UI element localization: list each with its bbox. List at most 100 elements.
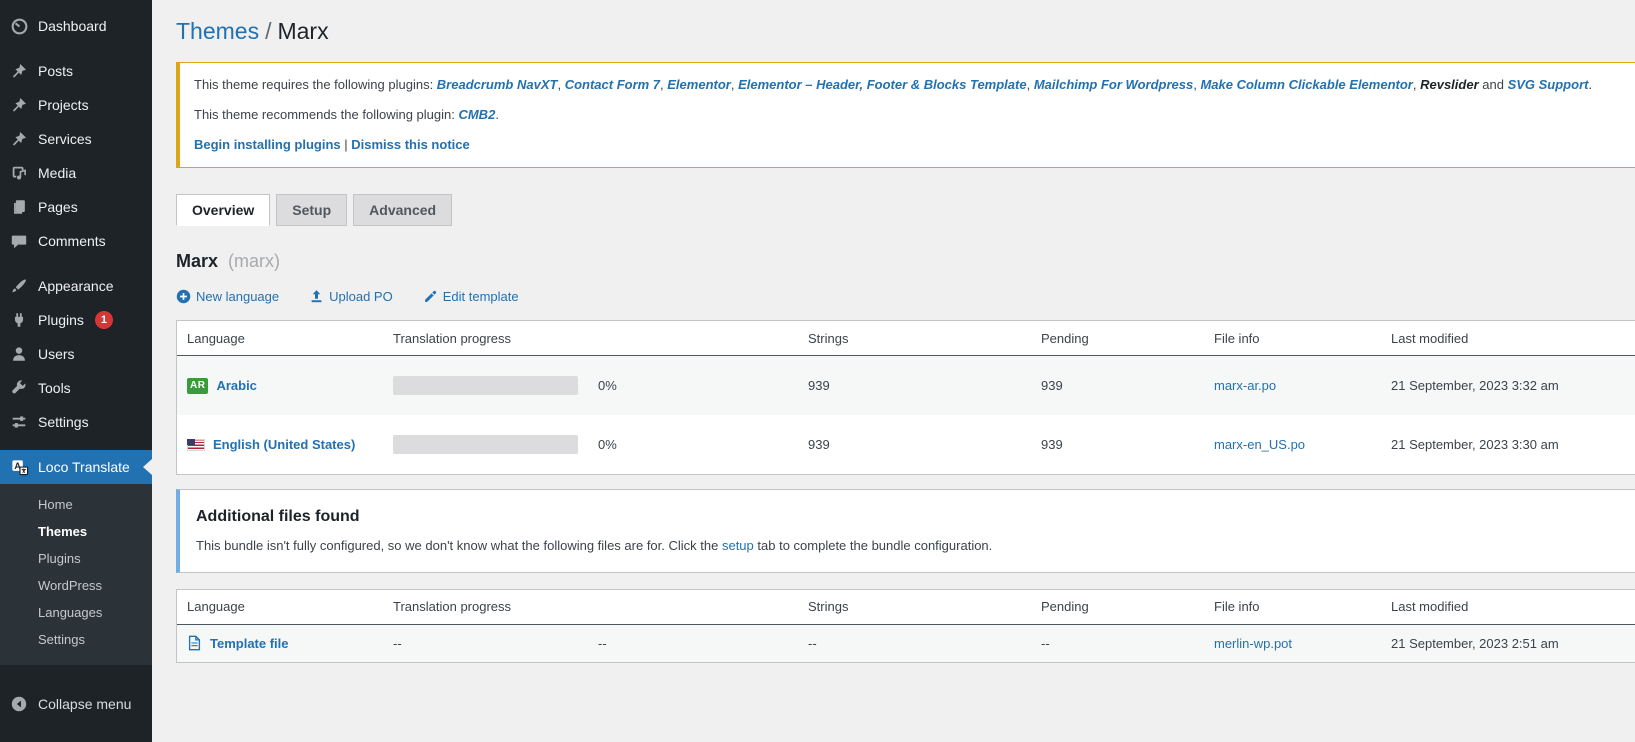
notice-text: , <box>1027 77 1034 92</box>
plugin-link[interactable]: Make Column Clickable Elementor <box>1200 77 1412 92</box>
sidebar-item-dashboard[interactable]: Dashboard <box>0 9 152 43</box>
sidebar-item-label: Dashboard <box>38 18 107 34</box>
strings-count: 939 <box>798 378 1031 393</box>
tab-setup[interactable]: Setup <box>276 194 347 226</box>
col-header-strings: Strings <box>798 599 1031 614</box>
plugin-link[interactable]: SVG Support <box>1508 77 1589 92</box>
sidebar-item-media[interactable]: Media <box>0 156 152 190</box>
begin-installing-plugins-link[interactable]: Begin installing plugins <box>194 137 341 152</box>
theme-slug: (marx) <box>228 251 280 271</box>
sidebar-item-appearance[interactable]: Appearance <box>0 269 152 303</box>
sidebar-item-loco-translate[interactable]: A Loco Translate <box>0 450 152 484</box>
new-language-link[interactable]: New language <box>176 289 279 304</box>
sidebar-item-services[interactable]: Services <box>0 122 152 156</box>
required-plugins-line: This theme requires the following plugin… <box>194 75 1635 95</box>
col-header-pending: Pending <box>1031 331 1204 346</box>
template-file-link[interactable]: Template file <box>210 636 289 651</box>
sidebar-item-posts[interactable]: Posts <box>0 54 152 88</box>
notice-text: This theme recommends the following plug… <box>194 107 458 122</box>
col-header-translation-progress: Translation progress <box>383 331 798 346</box>
submenu-item-wordpress[interactable]: WordPress <box>0 572 152 599</box>
pending-count: -- <box>1031 636 1204 651</box>
tab-overview[interactable]: Overview <box>176 194 270 226</box>
tgmpa-plugin-notice: This theme requires the following plugin… <box>176 62 1635 168</box>
sidebar-item-comments[interactable]: Comments <box>0 224 152 258</box>
theme-name: Marx <box>176 251 218 271</box>
progress-bar <box>393 435 578 454</box>
plugin-link[interactable]: Elementor <box>667 77 731 92</box>
sidebar-item-label: Posts <box>38 63 73 79</box>
last-modified: 21 September, 2023 3:32 am <box>1381 378 1635 393</box>
progress-percent: 0% <box>588 437 798 452</box>
pencil-icon <box>423 289 438 304</box>
edit-template-link[interactable]: Edit template <box>423 289 519 304</box>
plugin-link[interactable]: Elementor – Header, Footer & Blocks Temp… <box>738 77 1027 92</box>
language-link[interactable]: Arabic <box>216 378 256 393</box>
sidebar-item-label: Projects <box>38 97 89 113</box>
progress-percent: 0% <box>588 378 798 393</box>
submenu-item-home[interactable]: Home <box>0 491 152 518</box>
notice-actions-line: Begin installing plugins | Dismiss this … <box>194 135 1635 155</box>
page-title: Marx <box>277 18 328 44</box>
sidebar-item-label: Loco Translate <box>38 459 130 475</box>
submenu-item-settings[interactable]: Settings <box>0 626 152 653</box>
notice-text: , <box>557 77 564 92</box>
collapse-menu-button[interactable]: Collapse menu <box>0 687 152 721</box>
loco-translate-icon: A <box>9 457 29 477</box>
collapse-menu-label: Collapse menu <box>38 696 131 712</box>
table-row-arabic: AR Arabic 0% 939 939 marx-ar.po 21 Septe… <box>177 356 1635 415</box>
table-header-row: Language Translation progress Strings Pe… <box>177 321 1635 356</box>
recommended-plugins-line: This theme recommends the following plug… <box>194 105 1635 125</box>
additional-files-text: This bundle isn't fully configured, so w… <box>196 536 1635 556</box>
sidebar-item-tools[interactable]: Tools <box>0 371 152 405</box>
dismiss-notice-link[interactable]: Dismiss this notice <box>351 137 469 152</box>
sidebar-item-plugins[interactable]: Plugins 1 <box>0 303 152 337</box>
sliders-icon <box>9 412 29 432</box>
col-header-strings: Strings <box>798 331 1031 346</box>
col-header-last-modified: Last modified <box>1381 331 1635 346</box>
file-link[interactable]: marx-ar.po <box>1214 378 1276 393</box>
table-row-template-file: Template file -- -- -- -- merlin-wp.pot … <box>177 625 1635 662</box>
table-header-row: Language Translation progress Strings Pe… <box>177 590 1635 625</box>
submenu-item-languages[interactable]: Languages <box>0 599 152 626</box>
sidebar-item-label: Pages <box>38 199 78 215</box>
breadcrumb-separator: / <box>259 18 277 44</box>
action-label: New language <box>196 289 279 304</box>
theme-heading: Marx (marx) <box>176 251 1635 272</box>
file-link[interactable]: merlin-wp.pot <box>1214 636 1292 651</box>
plus-circle-icon <box>176 289 191 304</box>
breadcrumb: Themes/Marx <box>176 0 1635 47</box>
submenu-item-plugins[interactable]: Plugins <box>0 545 152 572</box>
plugin-link[interactable]: Breadcrumb NavXT <box>437 77 558 92</box>
additional-files-title: Additional files found <box>196 508 1635 526</box>
sidebar-item-users[interactable]: Users <box>0 337 152 371</box>
action-label: Edit template <box>443 289 519 304</box>
plugin-link-cmb2[interactable]: CMB2 <box>458 107 495 122</box>
file-link[interactable]: marx-en_US.po <box>1214 437 1305 452</box>
col-header-translation-progress: Translation progress <box>383 599 798 614</box>
language-link[interactable]: English (United States) <box>213 437 355 452</box>
upload-po-link[interactable]: Upload PO <box>309 289 393 304</box>
sidebar-item-label: Appearance <box>38 278 114 294</box>
tab-advanced[interactable]: Advanced <box>353 194 452 226</box>
setup-tab-link[interactable]: setup <box>722 538 754 553</box>
sidebar-item-label: Plugins <box>38 312 84 328</box>
sidebar-item-settings[interactable]: Settings <box>0 405 152 439</box>
breadcrumb-themes-link[interactable]: Themes <box>176 18 259 44</box>
submenu-item-themes[interactable]: Themes <box>0 518 152 545</box>
bundle-tabs: Overview Setup Advanced <box>176 194 1635 226</box>
progress-bar <box>393 376 578 395</box>
last-modified: 21 September, 2023 2:51 am <box>1381 636 1635 651</box>
col-header-language: Language <box>177 331 383 346</box>
col-header-language: Language <box>177 599 383 614</box>
sidebar-item-pages[interactable]: Pages <box>0 190 152 224</box>
plugin-link[interactable]: Mailchimp For Wordpress <box>1034 77 1193 92</box>
plugin-link[interactable]: Contact Form 7 <box>565 77 660 92</box>
sidebar-item-projects[interactable]: Projects <box>0 88 152 122</box>
admin-sidebar: Dashboard Posts Projects Services Media … <box>0 0 152 742</box>
notice-text: and <box>1479 77 1508 92</box>
col-header-last-modified: Last modified <box>1381 599 1635 614</box>
notice-text: . <box>1588 77 1592 92</box>
wrench-icon <box>9 378 29 398</box>
progress-percent: -- <box>588 636 798 651</box>
